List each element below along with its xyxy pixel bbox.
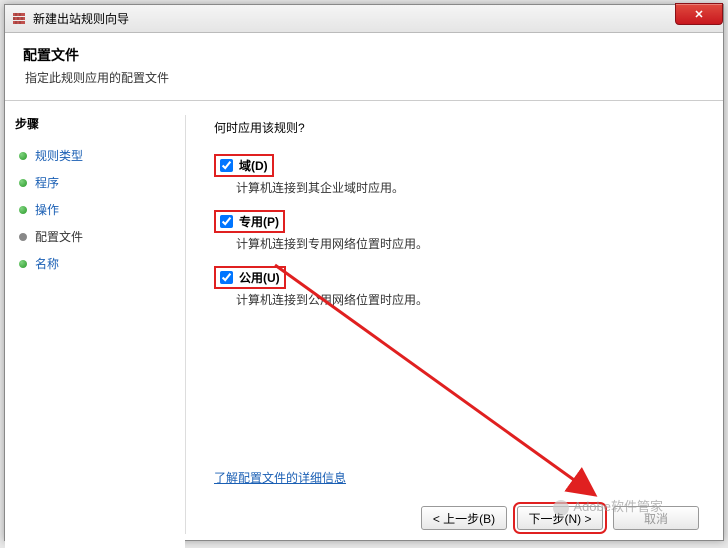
step-label: 操作 xyxy=(35,201,59,218)
option-desc: 计算机连接到公用网络位置时应用。 xyxy=(236,291,695,308)
wizard-window: 新建出站规则向导 ✕ 配置文件 指定此规则应用的配置文件 步骤 规则类型 程序 … xyxy=(4,4,724,541)
prompt-text: 何时应用该规则? xyxy=(214,119,695,136)
bullet-icon xyxy=(19,152,27,160)
back-button[interactable]: < 上一步(B) xyxy=(421,506,507,530)
watermark: Adobe软件管家 xyxy=(553,496,663,516)
titlebar: 新建出站规则向导 ✕ xyxy=(5,5,723,33)
option-label: 专用(P) xyxy=(239,213,279,230)
checkbox-public[interactable] xyxy=(220,271,233,284)
wizard-header: 配置文件 指定此规则应用的配置文件 xyxy=(5,33,723,101)
step-label: 名称 xyxy=(35,255,59,272)
highlight-box: 域(D) xyxy=(214,154,274,177)
option-desc: 计算机连接到专用网络位置时应用。 xyxy=(236,235,695,252)
option-desc: 计算机连接到其企业域时应用。 xyxy=(236,179,695,196)
page-subtitle: 指定此规则应用的配置文件 xyxy=(23,69,705,86)
step-label: 程序 xyxy=(35,174,59,191)
option-domain: 域(D) 计算机连接到其企业域时应用。 xyxy=(214,154,695,196)
close-button[interactable]: ✕ xyxy=(675,3,723,25)
steps-heading: 步骤 xyxy=(15,115,175,132)
step-program[interactable]: 程序 xyxy=(15,169,175,196)
page-title: 配置文件 xyxy=(23,45,705,65)
firewall-icon xyxy=(11,11,27,27)
window-title: 新建出站规则向导 xyxy=(33,10,129,27)
watermark-icon xyxy=(553,500,569,516)
step-profile[interactable]: 配置文件 xyxy=(15,223,175,250)
step-rule-type[interactable]: 规则类型 xyxy=(15,142,175,169)
bullet-icon xyxy=(19,179,27,187)
step-label: 规则类型 xyxy=(35,147,83,164)
bullet-icon xyxy=(19,260,27,268)
bullet-icon xyxy=(19,233,27,241)
step-action[interactable]: 操作 xyxy=(15,196,175,223)
option-private: 专用(P) 计算机连接到专用网络位置时应用。 xyxy=(214,210,695,252)
wizard-body: 步骤 规则类型 程序 操作 配置文件 名称 xyxy=(5,101,723,548)
steps-sidebar: 步骤 规则类型 程序 操作 配置文件 名称 xyxy=(5,101,185,548)
content-pane: 何时应用该规则? 域(D) 计算机连接到其企业域时应用。 专用(P) xyxy=(186,101,723,548)
highlight-box: 公用(U) xyxy=(214,266,286,289)
watermark-text: Adobe软件管家 xyxy=(573,499,663,514)
step-label: 配置文件 xyxy=(35,228,83,245)
bullet-icon xyxy=(19,206,27,214)
close-icon: ✕ xyxy=(694,8,703,21)
step-name[interactable]: 名称 xyxy=(15,250,175,277)
option-label: 公用(U) xyxy=(239,269,280,286)
learn-more-link[interactable]: 了解配置文件的详细信息 xyxy=(214,469,695,486)
option-label: 域(D) xyxy=(239,157,268,174)
highlight-box: 专用(P) xyxy=(214,210,285,233)
checkbox-private[interactable] xyxy=(220,215,233,228)
option-public: 公用(U) 计算机连接到公用网络位置时应用。 xyxy=(214,266,695,308)
button-label: < 上一步(B) xyxy=(433,510,495,527)
checkbox-domain[interactable] xyxy=(220,159,233,172)
